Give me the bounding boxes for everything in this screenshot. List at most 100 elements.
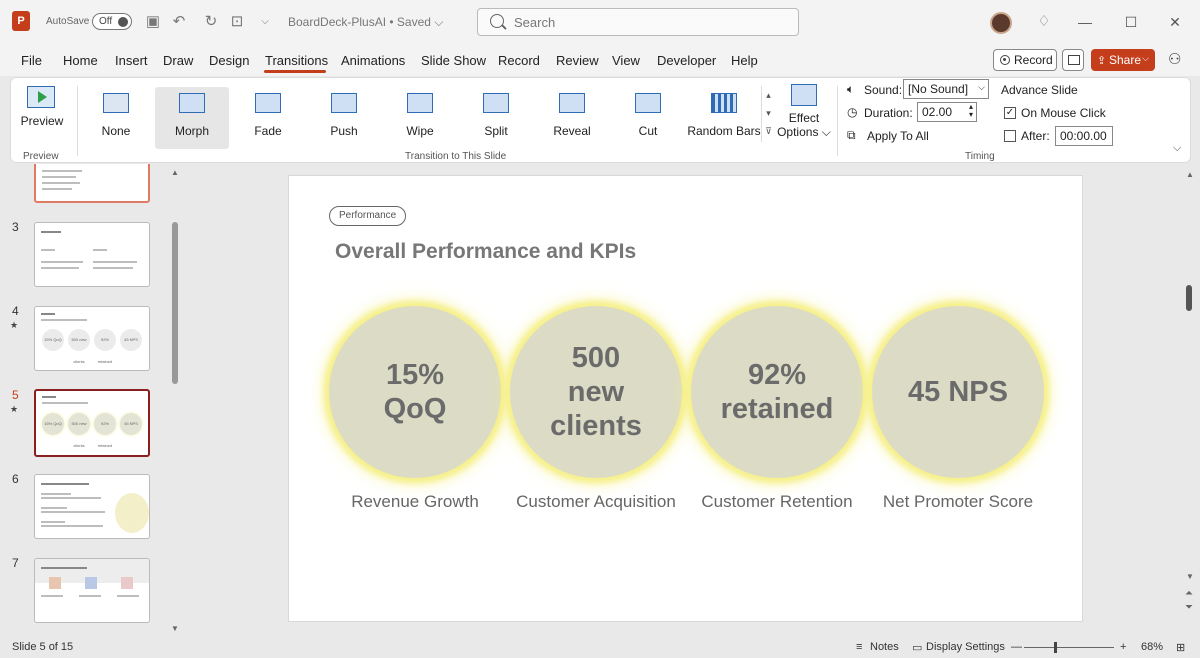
- avatar[interactable]: [990, 12, 1012, 34]
- save-icon[interactable]: ▣: [142, 11, 164, 33]
- slide-thumbnail[interactable]: 15% QoQ 500 new clients 92% retained 45 …: [34, 306, 150, 371]
- transition-label: Reveal: [553, 124, 591, 138]
- sound-select[interactable]: [No Sound] ⌵: [903, 79, 989, 99]
- zoom-out-button[interactable]: —: [1011, 641, 1022, 653]
- notes-button[interactable]: Notes: [870, 641, 899, 653]
- duration-input[interactable]: 02.00 ▴ ▾: [917, 102, 977, 122]
- chevron-up-icon[interactable]: ▴: [762, 86, 775, 104]
- collapse-ribbon-icon[interactable]: ⌵: [1173, 142, 1181, 155]
- gallery-scroll[interactable]: ▴ ▾ ⊽: [761, 86, 775, 142]
- zoom-level[interactable]: 68%: [1141, 641, 1163, 653]
- tab-developer[interactable]: Developer: [657, 53, 716, 68]
- undo-icon[interactable]: ↶: [168, 11, 190, 33]
- slide-canvas[interactable]: Performance Overall Performance and KPIs…: [288, 175, 1083, 622]
- kpi-label[interactable]: Customer Acquisition: [496, 492, 696, 512]
- scroll-up-icon[interactable]: ▲: [171, 168, 179, 177]
- tab-help[interactable]: Help: [731, 53, 758, 68]
- on-mouse-click-checkbox[interactable]: ✓: [1004, 107, 1016, 119]
- sound-icon: 🔈︎: [847, 82, 855, 96]
- slide-thumbnail[interactable]: [34, 164, 150, 203]
- slide-title[interactable]: Overall Performance and KPIs: [335, 240, 636, 264]
- transition-cut[interactable]: Cut: [611, 87, 685, 149]
- after-checkbox[interactable]: [1004, 130, 1016, 142]
- kpi-circle[interactable]: 500 new clients: [510, 306, 682, 478]
- gallery-more-icon[interactable]: ⊽: [762, 122, 775, 140]
- animation-star-icon: ★: [10, 320, 19, 330]
- kpi-label[interactable]: Net Promoter Score: [858, 492, 1058, 512]
- apply-to-all-button[interactable]: Apply To All: [867, 129, 929, 143]
- previous-slide-icon[interactable]: ⏶: [1185, 588, 1193, 599]
- slide-counter: Slide 5 of 15: [12, 641, 74, 653]
- editor-scrollbar[interactable]: [1186, 285, 1192, 311]
- transition-push[interactable]: Push: [307, 87, 381, 149]
- customize-toolbar-icon[interactable]: ⌵: [254, 11, 276, 33]
- autosave-label: AutoSave: [46, 16, 90, 27]
- lightbulb-icon[interactable]: ♢: [1033, 11, 1055, 33]
- tab-record[interactable]: Record: [498, 53, 540, 68]
- transition-wipe[interactable]: Wipe: [383, 87, 457, 149]
- transition-morph[interactable]: Morph: [155, 87, 229, 149]
- person-icon[interactable]: ⚇: [1168, 50, 1181, 68]
- zoom-slider[interactable]: [1024, 647, 1114, 648]
- comments-button[interactable]: [1062, 49, 1084, 71]
- title-bar: P AutoSave Off ▣ ↶ ↻ ⊡ ⌵ BoardDeck-PlusA…: [0, 0, 1200, 44]
- tab-transitions[interactable]: Transitions: [265, 53, 328, 68]
- effect-options-button[interactable]: Effect Options ⌵: [777, 78, 831, 142]
- minimize-button[interactable]: —: [1070, 12, 1100, 32]
- transition-fade[interactable]: Fade: [231, 87, 305, 149]
- slide-thumbnail[interactable]: [34, 474, 150, 539]
- close-button[interactable]: ✕: [1160, 12, 1190, 32]
- next-slide-icon[interactable]: ⏷: [1185, 602, 1193, 613]
- zoom-slider-handle[interactable]: [1054, 642, 1057, 653]
- transition-random-bars[interactable]: Random Bars: [687, 87, 761, 149]
- tab-home[interactable]: Home: [63, 53, 98, 68]
- chevron-down-icon[interactable]: ▾: [762, 104, 775, 122]
- tab-design[interactable]: Design: [209, 53, 249, 68]
- tab-slide-show[interactable]: Slide Show: [421, 53, 486, 68]
- tab-animations[interactable]: Animations: [341, 53, 405, 68]
- record-button[interactable]: Record: [993, 49, 1057, 71]
- divider: [837, 86, 838, 156]
- autosave-toggle[interactable]: Off: [92, 13, 132, 30]
- slide-thumbnail[interactable]: [34, 222, 150, 287]
- divider: [77, 86, 78, 156]
- scroll-down-icon[interactable]: ▼: [171, 624, 179, 633]
- on-mouse-click-label: On Mouse Click: [1021, 106, 1106, 120]
- maximize-button[interactable]: ☐: [1116, 12, 1146, 32]
- share-button[interactable]: ⇪ Share ⌵: [1091, 49, 1155, 71]
- transition-reveal[interactable]: Reveal: [535, 87, 609, 149]
- slide-thumbnail-selected[interactable]: 15% QoQ 500 new clients 92% retained 45 …: [34, 389, 150, 457]
- search-input[interactable]: Search: [477, 8, 799, 36]
- kpi-circle[interactable]: 45 NPS: [872, 306, 1044, 478]
- spinner-icon[interactable]: ▴ ▾: [969, 103, 973, 119]
- after-input[interactable]: 00:00.00: [1055, 126, 1113, 146]
- display-settings-button[interactable]: Display Settings: [926, 641, 1005, 653]
- zoom-in-button[interactable]: +: [1120, 641, 1126, 653]
- redo-icon[interactable]: ↻: [200, 11, 222, 33]
- thumbnail-scrollbar[interactable]: [172, 222, 178, 384]
- kpi-circle[interactable]: 92% retained: [691, 306, 863, 478]
- tab-view[interactable]: View: [612, 53, 640, 68]
- kpi-value: 45 NPS: [908, 376, 1008, 408]
- tab-review[interactable]: Review: [556, 53, 599, 68]
- transition-split[interactable]: Split: [459, 87, 533, 149]
- transition-none[interactable]: None: [79, 87, 153, 149]
- tab-file[interactable]: File: [21, 53, 42, 68]
- kpi-circle[interactable]: 15% QoQ: [329, 306, 501, 478]
- document-title[interactable]: BoardDeck-PlusAI • Saved ⌵: [288, 15, 443, 30]
- kpi-label[interactable]: Customer Retention: [677, 492, 877, 512]
- tab-insert[interactable]: Insert: [115, 53, 148, 68]
- tab-draw[interactable]: Draw: [163, 53, 193, 68]
- transition-label: Fade: [254, 124, 282, 138]
- fit-to-window-icon[interactable]: ⊞: [1176, 641, 1185, 654]
- present-icon[interactable]: ⊡: [226, 11, 248, 33]
- scroll-up-icon[interactable]: ▲: [1186, 170, 1194, 179]
- slide-tag[interactable]: Performance: [329, 206, 407, 226]
- slide-thumbnail[interactable]: [34, 558, 150, 623]
- kpi-value: 15% QoQ: [383, 359, 447, 425]
- thumbnail-number: 7: [12, 556, 19, 570]
- preview-button[interactable]: Preview: [17, 78, 67, 138]
- share-label: Share: [1109, 53, 1142, 67]
- scroll-down-icon[interactable]: ▼: [1186, 572, 1194, 581]
- kpi-label[interactable]: Revenue Growth: [315, 492, 515, 512]
